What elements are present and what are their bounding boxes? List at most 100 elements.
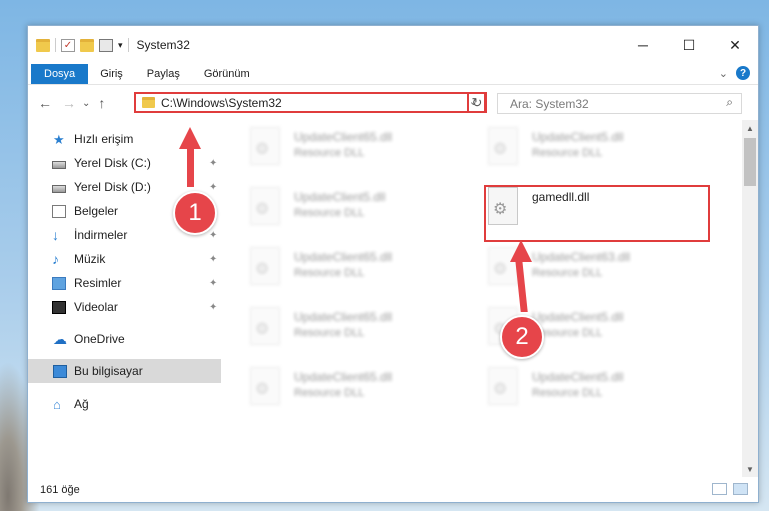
sidebar-item-label: İndirmeler xyxy=(74,228,128,242)
scroll-up-icon[interactable]: ▲ xyxy=(742,120,758,136)
pictures-icon xyxy=(52,276,66,290)
folder-icon[interactable] xyxy=(36,38,50,52)
onedrive-icon: ☁ xyxy=(53,330,67,347)
pin-icon[interactable]: ✦ xyxy=(209,302,217,313)
pin-icon[interactable]: ✦ xyxy=(209,182,217,193)
arrow-head-icon xyxy=(179,127,201,149)
sidebar-item-pictures[interactable]: Resimler ✦ xyxy=(28,271,221,295)
arrow-head-icon xyxy=(510,240,532,262)
search-placeholder: Ara: System32 xyxy=(510,96,589,111)
search-icon[interactable]: ⌕ xyxy=(726,95,733,110)
sidebar-item-label: Videolar xyxy=(74,300,118,314)
address-bar[interactable]: C:\Windows\System32 ⌄ xyxy=(134,92,486,113)
forward-arrow-icon[interactable]: → xyxy=(62,95,76,111)
tab-home[interactable]: Giriş xyxy=(88,64,135,84)
file-type: Resource DLL xyxy=(532,327,603,339)
documents-icon xyxy=(52,204,66,218)
vertical-scrollbar[interactable]: ▲ ▼ xyxy=(742,120,758,477)
tab-view[interactable]: Görünüm xyxy=(192,64,262,84)
pin-icon[interactable]: ✦ xyxy=(209,158,217,169)
sidebar-item-label: Bu bilgisayar xyxy=(74,364,143,378)
sidebar-item-label: Hızlı erişim xyxy=(74,132,134,146)
window-title: System32 xyxy=(136,38,190,52)
file-type: Resource DLL xyxy=(294,147,365,159)
properties-check-icon[interactable]: ✓ xyxy=(61,38,75,52)
dll-file-icon xyxy=(488,127,518,165)
file-type: Resource DLL xyxy=(532,147,603,159)
title-bar: ✓ ▾ System32 ─ ☐ ✕ xyxy=(28,26,758,64)
sidebar-item-label: Yerel Disk (D:) xyxy=(74,180,151,194)
file-item[interactable]: UpdateClient65.dll Resource DLL xyxy=(250,244,460,292)
file-item[interactable]: UpdateClient65.dll Resource DLL xyxy=(250,124,460,172)
details-view-icon[interactable] xyxy=(712,483,727,495)
customize-toolbar-icon[interactable]: ▾ xyxy=(118,40,123,51)
sidebar-item-this-pc[interactable]: Bu bilgisayar xyxy=(28,359,221,383)
file-name: UpdateClient65.dll xyxy=(294,370,393,384)
sidebar-item-label: Yerel Disk (C:) xyxy=(74,156,151,170)
status-bar: 161 öğe xyxy=(28,477,758,502)
dll-file-icon xyxy=(250,247,280,285)
file-name: UpdateClient5.dll xyxy=(532,310,624,324)
view-switcher xyxy=(712,483,748,495)
view-options-icon[interactable] xyxy=(99,38,113,52)
file-type: Resource DLL xyxy=(532,387,603,399)
folder-icon xyxy=(142,97,155,108)
music-icon: ♪ xyxy=(52,250,59,267)
ribbon-tabs: Dosya Giriş Paylaş Görünüm ⌄ ? xyxy=(28,64,758,85)
pin-icon[interactable]: ✦ xyxy=(209,254,217,265)
scroll-thumb[interactable] xyxy=(744,138,756,186)
tab-file[interactable]: Dosya xyxy=(31,64,89,84)
quick-access-toolbar: ✓ ▾ xyxy=(36,38,129,52)
file-list: UpdateClient65.dll Resource DLL UpdateCli… xyxy=(224,120,742,477)
dll-file-icon xyxy=(250,127,280,165)
maximize-button[interactable]: ☐ xyxy=(666,26,712,64)
file-item[interactable]: UpdateClient5.dll Resource DLL xyxy=(488,124,698,172)
recent-locations-icon[interactable]: ⌄ xyxy=(82,98,90,109)
file-name: UpdateClient65.dll xyxy=(294,310,393,324)
downloads-icon: ↓ xyxy=(52,226,59,243)
close-button[interactable]: ✕ xyxy=(712,26,758,64)
this-pc-icon xyxy=(53,364,67,378)
dll-file-icon xyxy=(250,367,280,405)
refresh-button[interactable]: ↻ xyxy=(467,92,487,113)
videos-icon xyxy=(52,300,66,314)
file-item[interactable]: UpdateClient65.dll Resource DLL xyxy=(250,364,460,412)
file-item[interactable]: UpdateClient5.dll Resource DLL xyxy=(488,364,698,412)
file-name: UpdateClient65.dll xyxy=(294,130,393,144)
toolbar-separator xyxy=(127,38,129,52)
item-count: 161 öğe xyxy=(40,483,80,496)
tab-share[interactable]: Paylaş xyxy=(135,64,192,84)
pin-icon[interactable]: ✦ xyxy=(209,230,217,241)
sidebar-item-label: Resimler xyxy=(74,276,122,290)
file-item[interactable]: UpdateClient65.dll Resource DLL xyxy=(250,304,460,352)
file-item[interactable]: UpdateClient5.dll Resource DLL xyxy=(250,184,460,232)
up-arrow-icon[interactable]: ↑ xyxy=(98,95,105,111)
file-name: UpdateClient63.dll xyxy=(532,250,631,264)
sidebar-item-onedrive[interactable]: ☁ OneDrive xyxy=(28,327,221,351)
file-name: UpdateClient5.dll xyxy=(294,190,386,204)
pin-icon[interactable]: ✦ xyxy=(209,278,217,289)
scroll-down-icon[interactable]: ▼ xyxy=(742,461,758,477)
minimize-button[interactable]: ─ xyxy=(620,26,666,64)
tiles-view-icon[interactable] xyxy=(733,483,748,495)
gamedll-highlight-box xyxy=(484,185,710,242)
file-type: Resource DLL xyxy=(532,267,603,279)
explorer-window: ✓ ▾ System32 ─ ☐ ✕ Dosya Giriş Paylaş Gö… xyxy=(27,25,759,503)
new-folder-icon[interactable] xyxy=(80,38,94,52)
expand-ribbon-icon[interactable]: ⌄ xyxy=(719,67,728,80)
sidebar-item-videos[interactable]: Videolar ✦ xyxy=(28,295,221,319)
search-box[interactable]: Ara: System32 ⌕ xyxy=(497,93,742,114)
sidebar-item-label: OneDrive xyxy=(74,332,125,346)
star-icon: ★ xyxy=(53,131,65,147)
arrow-shaft xyxy=(187,147,194,187)
help-icon[interactable]: ? xyxy=(736,66,750,80)
sidebar-item-music[interactable]: ♪ Müzik ✦ xyxy=(28,247,221,271)
back-arrow-icon[interactable]: ← xyxy=(38,95,52,111)
file-type: Resource DLL xyxy=(294,387,365,399)
file-name: UpdateClient5.dll xyxy=(532,130,624,144)
file-type: Resource DLL xyxy=(294,327,365,339)
address-path[interactable]: C:\Windows\System32 xyxy=(161,96,282,110)
sidebar-item-network[interactable]: ⌂ Ağ xyxy=(28,392,221,416)
dll-file-icon xyxy=(250,307,280,345)
step-1-badge: 1 xyxy=(173,191,217,235)
